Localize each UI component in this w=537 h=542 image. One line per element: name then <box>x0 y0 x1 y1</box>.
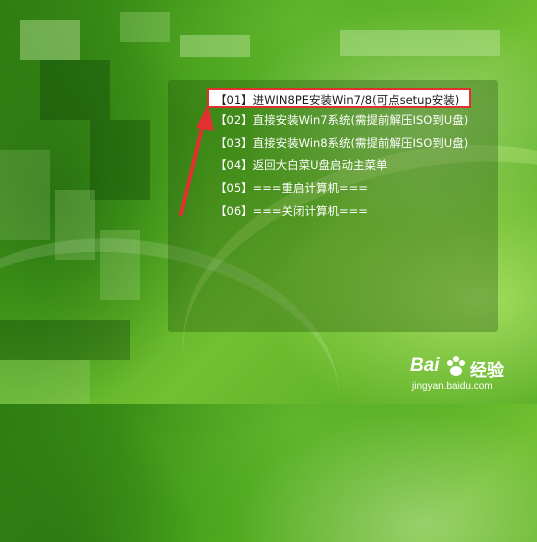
annotation-arrow-icon <box>179 104 214 216</box>
brand-right-text: 经验 <box>470 361 504 381</box>
baidu-jingyan-watermark: Bai 经验 jingyan.baidu.com <box>408 355 530 399</box>
brand-left-text: Bai <box>410 355 440 376</box>
watermark-url: jingyan.baidu.com <box>412 381 493 392</box>
paw-logo-icon <box>447 356 465 376</box>
